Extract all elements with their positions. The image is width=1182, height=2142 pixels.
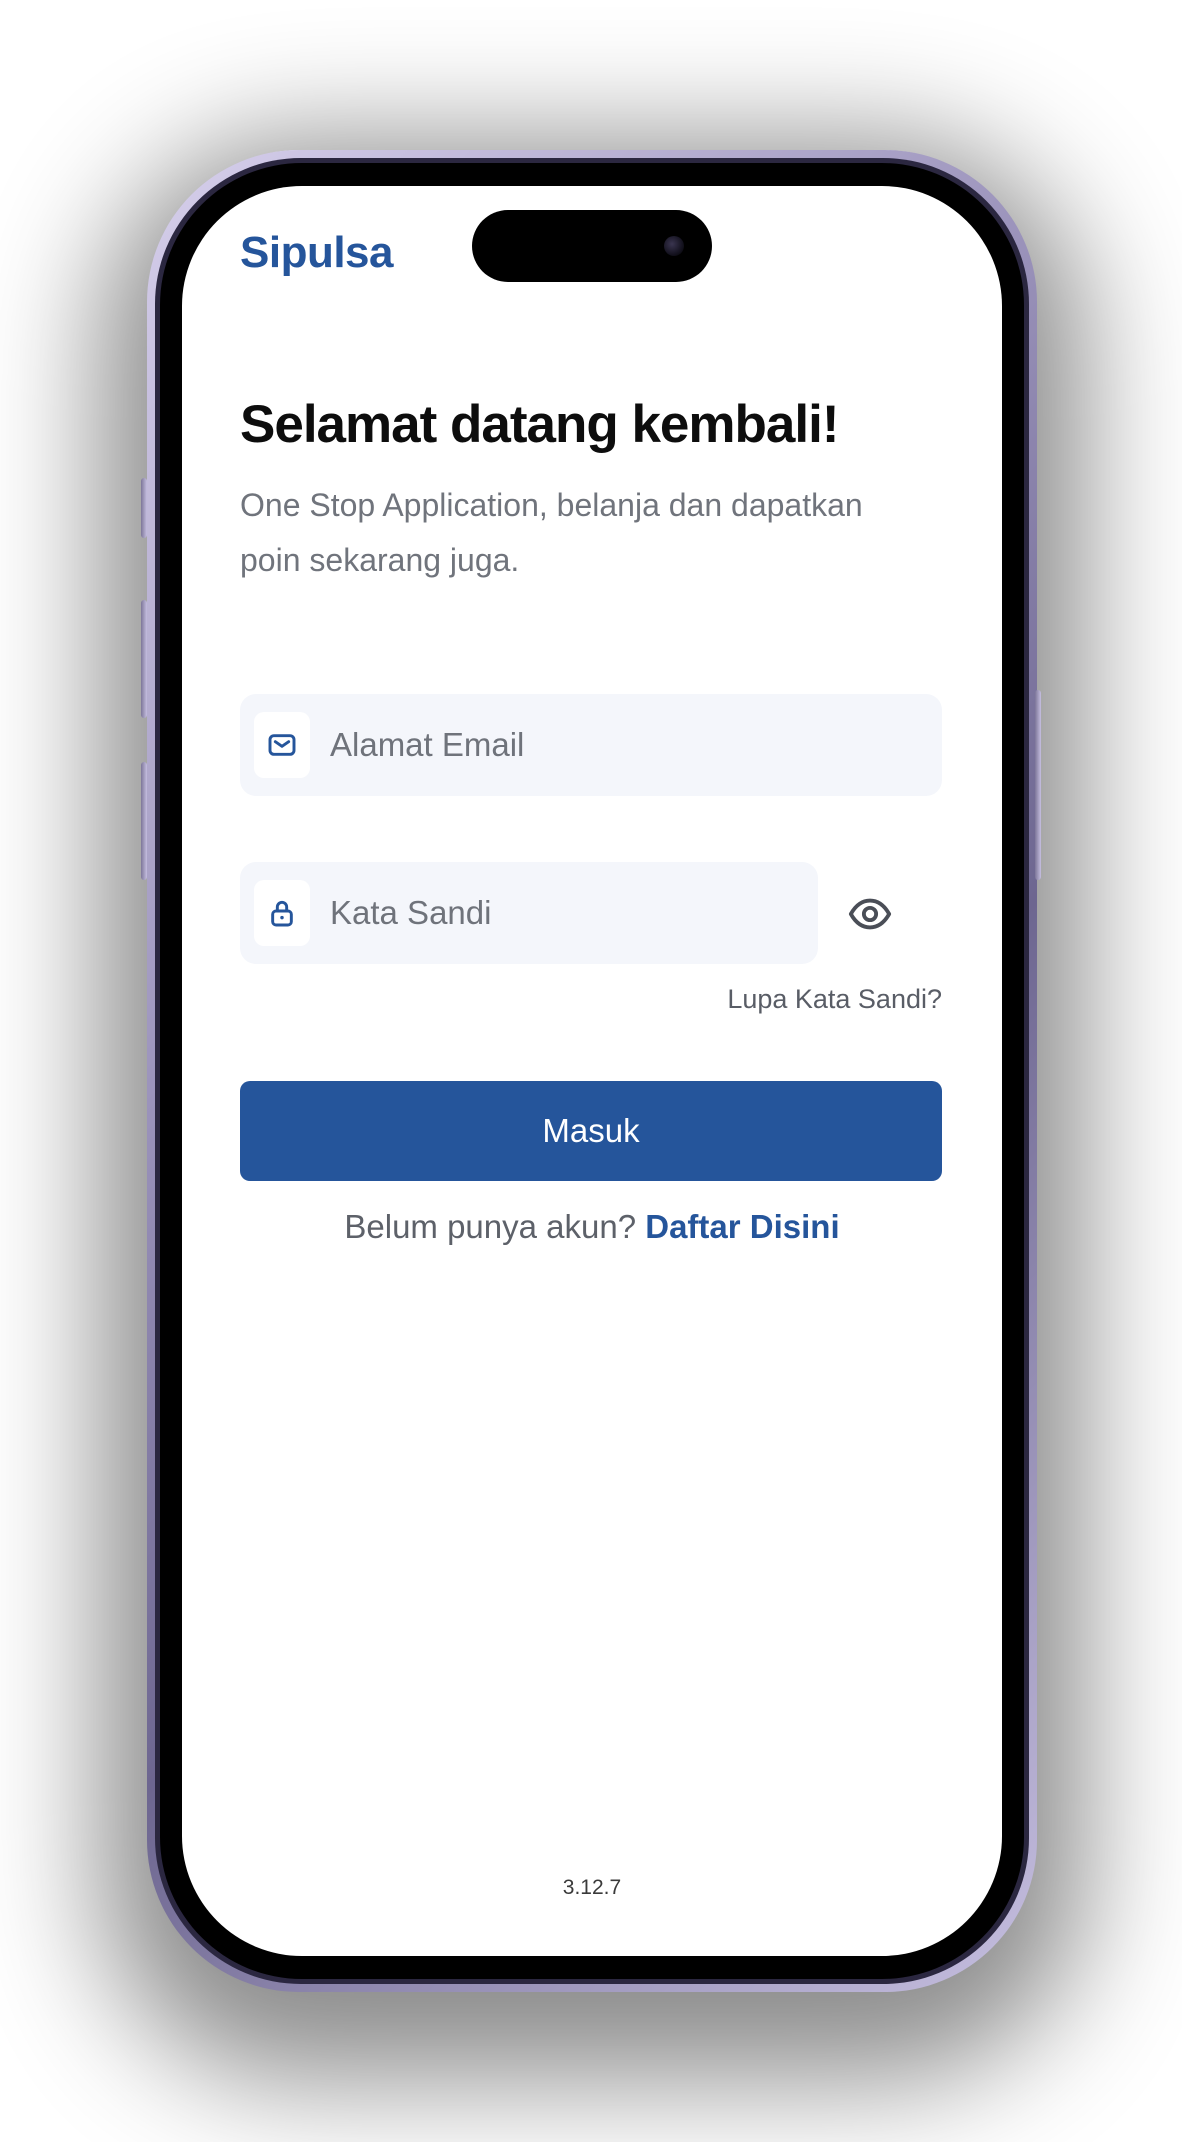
login-button[interactable]: Masuk (240, 1081, 942, 1181)
lock-icon (271, 900, 293, 927)
register-prompt: Belum punya akun? (344, 1208, 637, 1245)
password-icon-box (254, 880, 310, 946)
device-volume-down-button (141, 762, 147, 880)
show-password-toggle[interactable] (842, 886, 898, 942)
device-volume-up-button (141, 600, 147, 718)
email-field[interactable] (240, 694, 942, 796)
device-power-button (1035, 690, 1041, 880)
password-field[interactable] (240, 862, 818, 964)
app-version: 3.12.7 (562, 1876, 622, 1899)
email-icon-box (254, 712, 310, 778)
eye-icon (848, 898, 892, 930)
app-screen: Sipulsa Selamat datang kembali! One Stop… (182, 186, 1002, 1956)
page-subtitle: One Stop Application, belanja dan dapatk… (240, 487, 863, 578)
register-link[interactable]: Daftar Disini (645, 1208, 839, 1245)
dynamic-island (472, 210, 712, 282)
forgot-password-link[interactable]: Lupa Kata Sandi? (727, 984, 942, 1015)
front-camera-icon (664, 236, 684, 256)
app-brand: Sipulsa (240, 228, 394, 277)
email-input[interactable] (330, 694, 920, 796)
device-action-button (141, 478, 147, 538)
register-row: Belum punya akun? Daftar Disini (182, 1208, 1002, 1246)
password-input[interactable] (330, 862, 800, 964)
mail-icon (268, 734, 296, 756)
page-title: Selamat datang kembali! (240, 395, 839, 454)
